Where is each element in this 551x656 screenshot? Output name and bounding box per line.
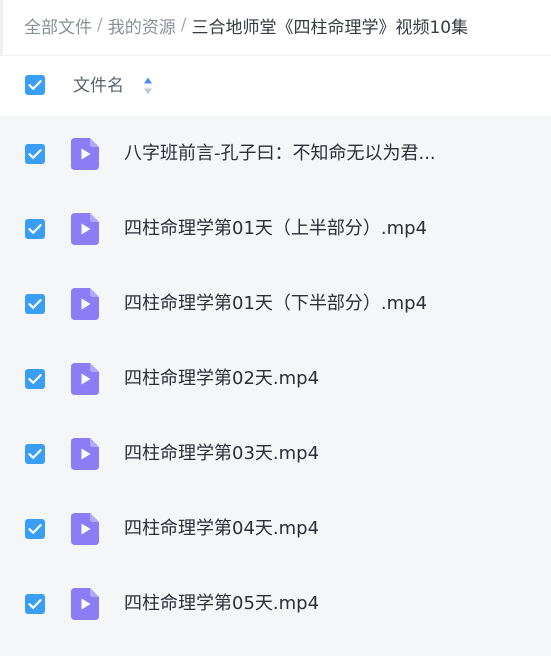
file-name[interactable]: 八字班前言-孔子曰：不知命无以为君... (124, 140, 436, 168)
check-icon (28, 299, 42, 309)
check-icon (28, 449, 42, 459)
file-checkbox[interactable] (25, 144, 45, 164)
check-icon (28, 149, 42, 159)
video-file-icon (71, 363, 99, 395)
file-row[interactable]: 四柱命理学第03天.mp4 (0, 416, 551, 491)
check-icon (28, 524, 42, 534)
file-row[interactable]: 四柱命理学第01天（上半部分）.mp4 (0, 191, 551, 266)
file-row[interactable]: 四柱命理学第02天.mp4 (0, 341, 551, 416)
check-icon (28, 599, 42, 609)
breadcrumb-current: 三合地师堂《四柱命理学》视频10集 (191, 17, 469, 38)
file-checkbox[interactable] (25, 294, 45, 314)
check-icon (28, 224, 42, 234)
breadcrumb-separator: / (97, 15, 103, 35)
breadcrumb-separator: / (180, 15, 187, 35)
file-row[interactable]: 八字班前言-孔子曰：不知命无以为君... (0, 116, 551, 191)
file-name[interactable]: 四柱命理学第01天（上半部分）.mp4 (124, 215, 427, 243)
video-file-icon (71, 288, 99, 320)
file-checkbox[interactable] (25, 519, 45, 539)
file-checkbox[interactable] (25, 219, 45, 239)
select-all-checkbox[interactable] (25, 75, 45, 95)
breadcrumb-root[interactable]: 全部文件 (24, 13, 92, 38)
file-list-header: 文件名 (0, 56, 551, 116)
file-checkbox[interactable] (25, 594, 45, 614)
file-list: 八字班前言-孔子曰：不知命无以为君... 四柱命理学第01天（上半部分）.mp4 四… (0, 116, 551, 656)
file-name[interactable]: 四柱命理学第02天.mp4 (124, 365, 319, 393)
sort-icon[interactable] (143, 76, 153, 96)
breadcrumb-parent[interactable]: 我的资源 (108, 13, 176, 38)
file-checkbox[interactable] (25, 444, 45, 464)
column-header-filename[interactable]: 文件名 (73, 73, 124, 99)
file-row[interactable]: 四柱命理学第01天（下半部分）.mp4 (0, 266, 551, 341)
file-name[interactable]: 四柱命理学第01天（下半部分）.mp4 (124, 290, 427, 318)
video-file-icon (71, 138, 99, 170)
check-icon (28, 374, 42, 384)
video-file-icon (71, 588, 99, 620)
file-name[interactable]: 四柱命理学第05天.mp4 (124, 590, 319, 618)
file-row[interactable]: 四柱命理学第05天.mp4 (0, 566, 551, 641)
video-file-icon (71, 513, 99, 545)
file-checkbox[interactable] (25, 369, 45, 389)
video-file-icon (71, 438, 99, 470)
file-row[interactable]: 四柱命理学第04天.mp4 (0, 491, 551, 566)
check-icon (28, 80, 42, 90)
video-file-icon (71, 213, 99, 245)
breadcrumb: 全部文件 / 我的资源 / 三合地师堂《四柱命理学》视频10集 (24, 11, 468, 39)
file-name[interactable]: 四柱命理学第03天.mp4 (124, 440, 319, 468)
file-name[interactable]: 四柱命理学第04天.mp4 (124, 515, 319, 543)
